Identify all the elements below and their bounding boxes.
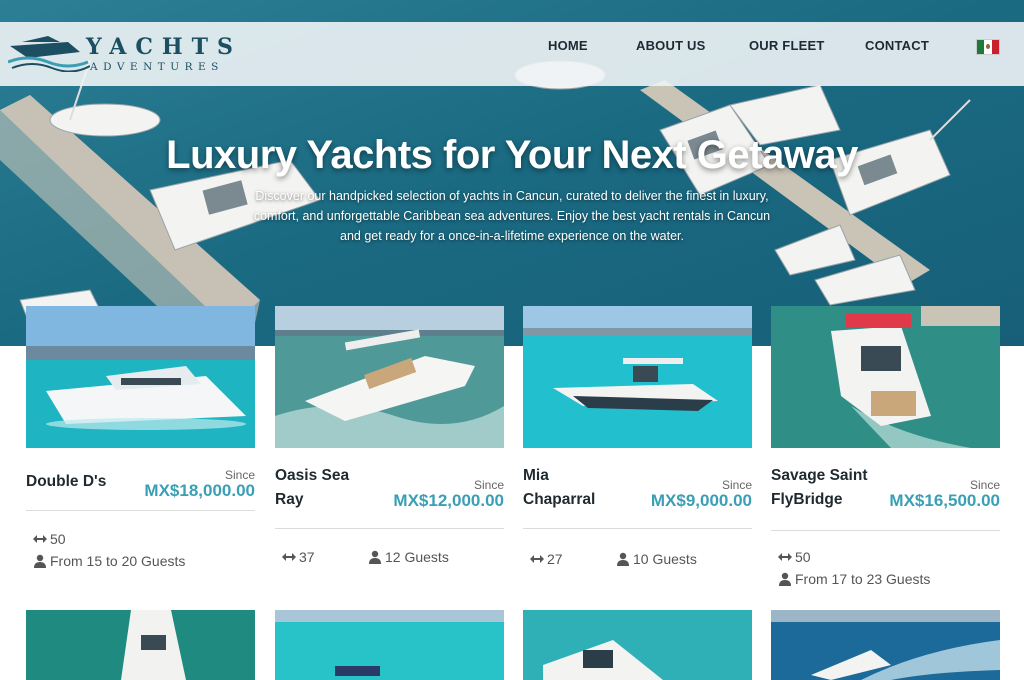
logo-tagline: ADVENTURES — [90, 61, 224, 73]
yacht-specs: 27 10 Guests — [529, 548, 697, 570]
card-divider — [523, 528, 752, 529]
spec-length: 27 — [529, 548, 615, 570]
yacht-card-oasis-sea-ray[interactable]: Oasis Sea Ray Since MX$12,000.00 37 12 G… — [275, 306, 504, 565]
arrows-horizontal-icon — [530, 555, 544, 563]
yacht-price: MX$16,500.00 — [889, 491, 1000, 510]
yacht-photo[interactable] — [523, 610, 752, 680]
logo-wordmark: YACHTS — [86, 34, 242, 60]
logo[interactable]: YACHTS ADVENTURES — [8, 30, 248, 80]
card-divider — [275, 528, 504, 529]
yacht-photo[interactable] — [771, 306, 1000, 448]
yacht-specs: 37 12 Guests — [281, 546, 449, 568]
person-icon — [34, 554, 46, 568]
nav-home[interactable]: HOME — [548, 38, 588, 53]
yacht-photo[interactable] — [275, 610, 504, 680]
spec-guests: 10 Guests — [615, 548, 697, 570]
yacht-name[interactable]: Savage Saint FlyBridge — [771, 464, 871, 512]
nav-about-us[interactable]: ABOUT US — [636, 38, 706, 53]
spec-length: 50 — [777, 546, 930, 568]
yacht-price: MX$12,000.00 — [393, 491, 504, 510]
spec-guests: From 17 to 23 Guests — [777, 568, 930, 590]
spec-guests: From 15 to 20 Guests — [32, 550, 185, 572]
yacht-photo[interactable] — [523, 306, 752, 448]
nav-our-fleet[interactable]: OUR FLEET — [749, 38, 824, 53]
yacht-card-mia-chaparral[interactable]: Mia Chaparral Since MX$9,000.00 27 10 Gu… — [523, 306, 752, 567]
yacht-price: MX$18,000.00 — [144, 481, 255, 500]
yacht-photo[interactable] — [275, 306, 504, 448]
spec-guests: 12 Guests — [367, 546, 449, 568]
spec-length: 50 — [32, 528, 185, 550]
yacht-specs: 50 From 17 to 23 Guests — [777, 546, 930, 590]
arrows-horizontal-icon — [778, 553, 792, 561]
site-header: YACHTS ADVENTURES HOME ABOUT US OUR FLEE… — [0, 22, 1024, 86]
hero-description: Discover our handpicked selection of yac… — [253, 189, 771, 243]
yacht-photo[interactable] — [26, 610, 255, 680]
yacht-photo[interactable] — [771, 610, 1000, 680]
yacht-card-double-ds[interactable]: Double D's Since MX$18,000.00 50 From 15… — [26, 306, 255, 569]
yacht-name[interactable]: Mia Chaparral — [523, 464, 603, 512]
mexico-flag-icon[interactable] — [976, 39, 1000, 55]
hero-title: Luxury Yachts for Your Next Getaway — [166, 133, 858, 177]
yacht-logo-icon — [8, 36, 90, 72]
person-icon — [617, 552, 629, 566]
arrows-horizontal-icon — [282, 553, 296, 561]
since-label: Since — [721, 478, 752, 492]
nav-contact[interactable]: CONTACT — [865, 38, 929, 53]
yacht-specs: 50 From 15 to 20 Guests — [32, 528, 185, 572]
person-icon — [779, 572, 791, 586]
card-divider — [771, 530, 1000, 531]
arrows-horizontal-icon — [33, 535, 47, 543]
since-label: Since — [969, 478, 1000, 492]
yacht-price: MX$9,000.00 — [650, 491, 752, 510]
since-label: Since — [224, 468, 255, 482]
yacht-card-grid-row-2 — [0, 610, 1024, 680]
yacht-name[interactable]: Double D's — [26, 470, 126, 494]
person-icon — [369, 550, 381, 564]
yacht-photo[interactable] — [26, 306, 255, 448]
card-divider — [26, 510, 255, 511]
spec-length: 37 — [281, 546, 367, 568]
yacht-name[interactable]: Oasis Sea Ray — [275, 464, 365, 512]
yacht-card-savage-saint-flybridge[interactable]: Savage Saint FlyBridge Since MX$16,500.0… — [771, 306, 1000, 587]
since-label: Since — [473, 478, 504, 492]
